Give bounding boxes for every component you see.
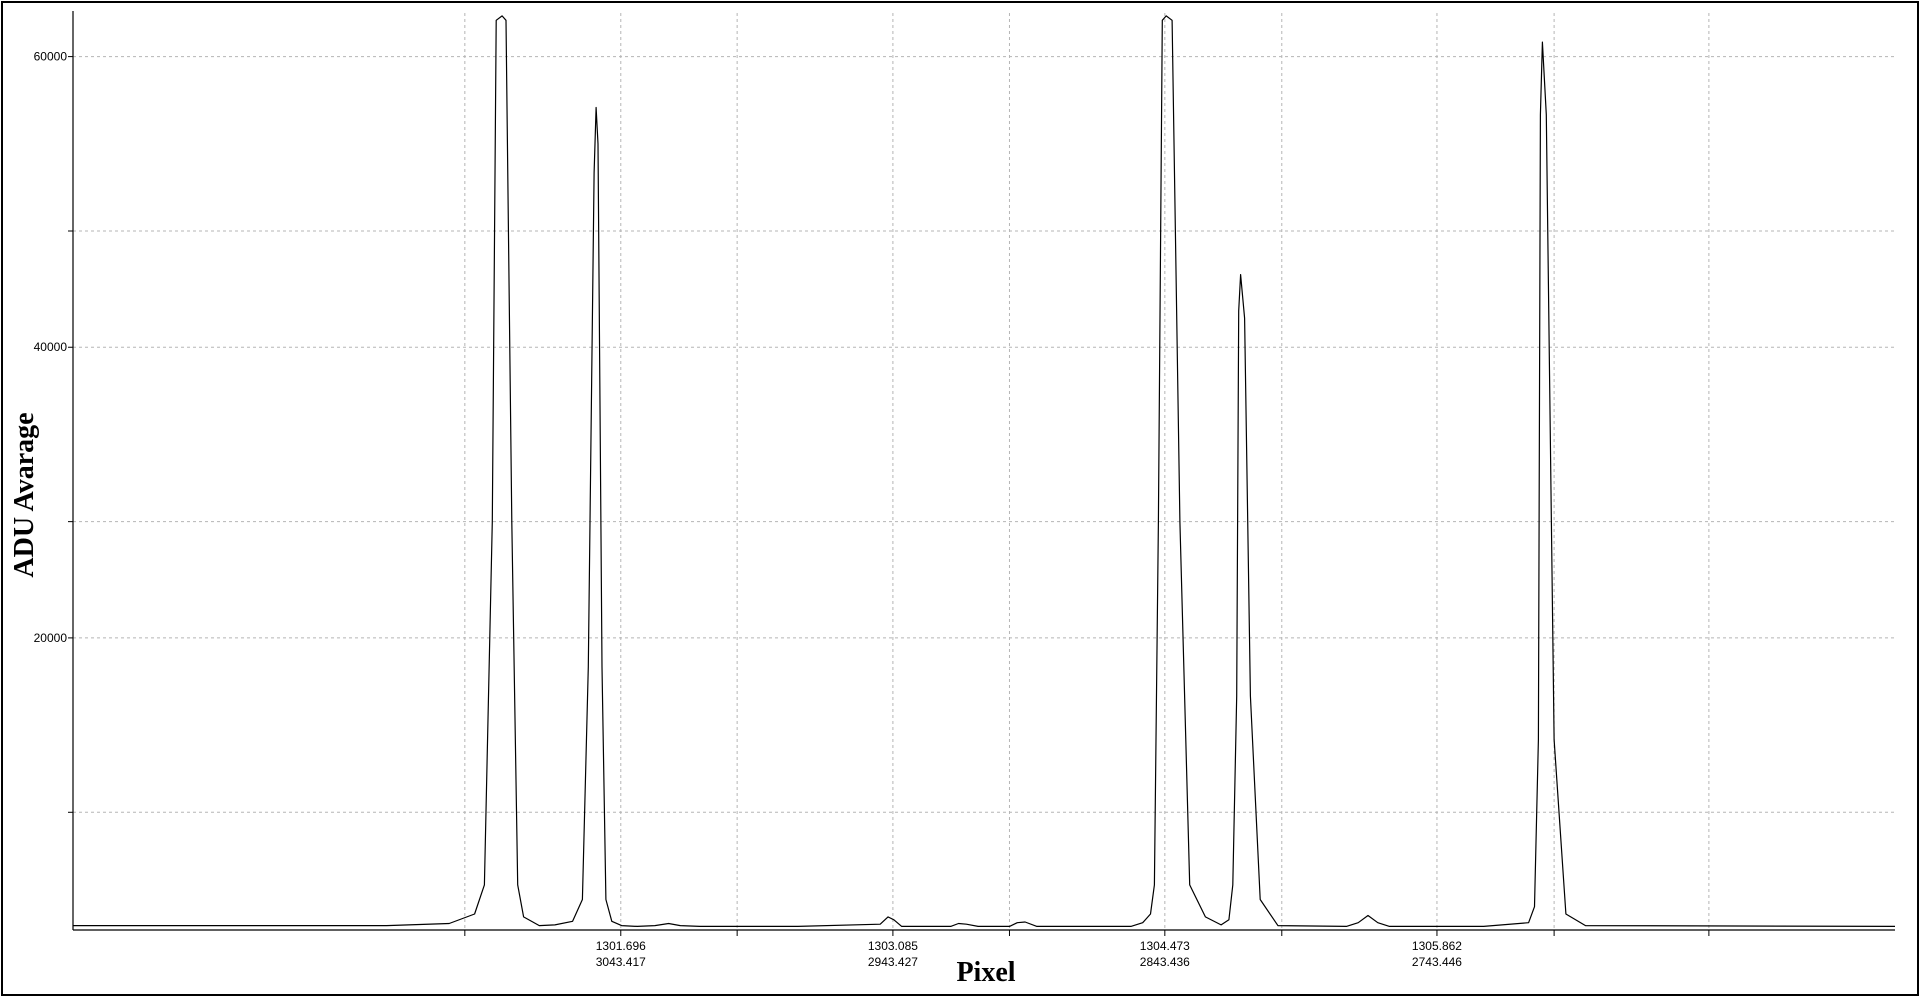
series-line bbox=[73, 15, 1896, 928]
x-tick-label: 1304.473 bbox=[1140, 939, 1190, 953]
adu-profile-chart: 20000 40000 60000 1301.696 3043.417 1303.085 2… bbox=[9, 11, 1896, 988]
y-tick-label: 20000 bbox=[34, 631, 68, 645]
x-tick-label: 1305.862 bbox=[1412, 939, 1462, 953]
chart-frame: 20000 40000 60000 1301.696 3043.417 1303.085 2… bbox=[1, 1, 1919, 996]
grid bbox=[73, 13, 1895, 930]
x-axis-title: Pixel bbox=[956, 957, 1015, 988]
x-tick-secondary-label: 2843.436 bbox=[1140, 955, 1190, 969]
x-tick-label: 1303.085 bbox=[868, 939, 918, 953]
ticks: 20000 40000 60000 1301.696 3043.417 1303.085 2… bbox=[34, 50, 1710, 969]
x-tick-secondary-label: 2943.427 bbox=[868, 955, 918, 969]
x-tick-secondary-label: 2743.446 bbox=[1412, 955, 1462, 969]
axes bbox=[72, 11, 1895, 931]
x-tick-label: 1301.696 bbox=[596, 939, 646, 953]
x-tick-secondary-label: 3043.417 bbox=[596, 955, 646, 969]
y-tick-label: 40000 bbox=[34, 340, 68, 354]
y-tick-label: 60000 bbox=[34, 50, 68, 64]
series bbox=[73, 15, 1896, 928]
y-axis-title: ADU Avarage bbox=[9, 412, 40, 577]
